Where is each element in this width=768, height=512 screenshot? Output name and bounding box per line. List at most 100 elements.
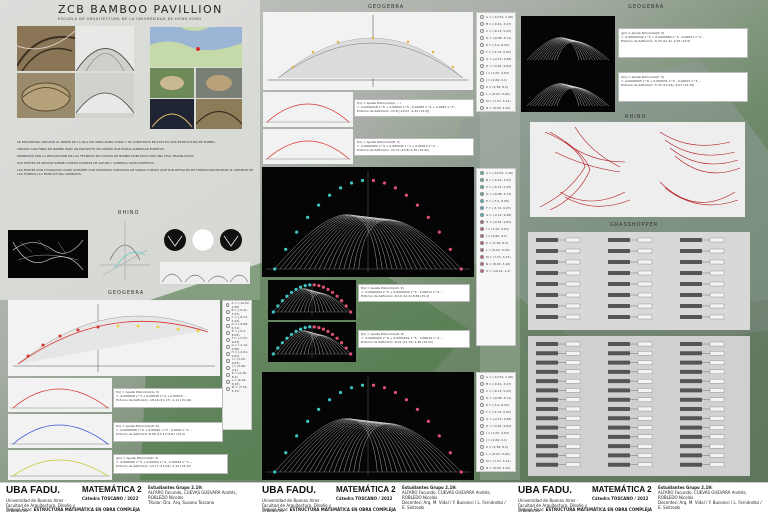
point-label: J = (2.66, 9.1) bbox=[486, 233, 508, 238]
list-item[interactable]: H = (-0.61, 9.81) bbox=[477, 218, 515, 225]
list-item[interactable]: J = (2.66, 9.1) bbox=[477, 232, 515, 239]
list-item[interactable]: I = (1.05, 9.63) bbox=[477, 225, 515, 232]
section-label-geogebra-right: GEOGEBRA bbox=[628, 4, 665, 10]
grasshopper-node bbox=[608, 369, 630, 374]
list-item[interactable]: E = (-5.2, 8.05) bbox=[477, 401, 515, 408]
grasshopper-node bbox=[680, 351, 702, 356]
grasshopper-node bbox=[680, 315, 702, 319]
aerial-photo-2 bbox=[196, 68, 242, 98]
grasshopper-node bbox=[637, 434, 653, 440]
lattice-curve bbox=[288, 290, 332, 313]
equation-box-left-2: f(x) = Ajuste Polinomio(H, 6) = -0.00000… bbox=[113, 422, 223, 442]
grasshopper-node bbox=[680, 388, 702, 393]
location-map-image bbox=[150, 27, 242, 67]
list-item[interactable]: B = (-9.41, 3.47) bbox=[477, 380, 515, 387]
grasshopper-node bbox=[709, 434, 725, 440]
list-item[interactable]: K = (4.38, 8.2) bbox=[477, 239, 515, 246]
rhino-black-render bbox=[8, 230, 88, 278]
footer-students: ALFARO Facundo, CUEVAS GUEVARA Andrés, R… bbox=[148, 490, 237, 500]
grasshopper-node bbox=[536, 342, 558, 346]
data-point bbox=[280, 341, 284, 345]
data-point bbox=[349, 386, 354, 390]
list-item[interactable]: L = (6.02, 6.93) bbox=[477, 246, 515, 253]
list-item[interactable]: M = (7.51, 5.31) bbox=[223, 385, 251, 393]
grasshopper-node bbox=[680, 260, 702, 264]
grasshopper-node bbox=[565, 406, 581, 412]
list-item[interactable]: D = (-6.88, 6.71) bbox=[477, 394, 515, 401]
list-item[interactable]: B = (-9.41, 3.47) bbox=[477, 20, 515, 27]
equation-domain: Entorno de definición -18.16 (11.17) -1.… bbox=[116, 398, 192, 402]
footer: UBA FADU. Universidad de Buenos Aires · … bbox=[0, 482, 768, 512]
grasshopper-node bbox=[608, 397, 630, 402]
list-item[interactable]: A = (-10.52, 1.26) bbox=[477, 13, 515, 20]
list-item[interactable]: E = (-5.2, 8.05) bbox=[477, 197, 515, 204]
list-item[interactable]: N = (8.93, 3.42) bbox=[477, 260, 515, 267]
equation-domain: Entorno de definición 8.06 (11.17) 8.81 … bbox=[116, 432, 186, 436]
data-point bbox=[393, 390, 398, 395]
grasshopper-node bbox=[536, 388, 558, 393]
equation-box-left-1: f(x) = Ajuste Polinomio(G, 3) = -0.00000… bbox=[113, 388, 223, 408]
list-item[interactable]: H = (-0.61, 9.81) bbox=[477, 62, 515, 69]
list-item[interactable]: A = (-10.52, 1.26) bbox=[477, 373, 515, 380]
list-item[interactable]: J = (2.66, 9.1) bbox=[477, 436, 515, 443]
footer-trabajo: Trabajo Final: ESTRUCTURA MATEMÁTICA EN … bbox=[262, 507, 412, 512]
grasshopper-node bbox=[565, 443, 581, 449]
list-item[interactable]: F = (-3.74, 9.03) bbox=[477, 204, 515, 211]
list-item[interactable]: A = (-10.52, 1.26) bbox=[477, 169, 515, 176]
list-item[interactable]: K = (4.38, 8.2) bbox=[477, 443, 515, 450]
data-point bbox=[338, 390, 343, 395]
list-item[interactable]: C = (-8.13, 5.22) bbox=[477, 183, 515, 190]
list-item[interactable]: M = (7.51, 5.31) bbox=[477, 97, 515, 104]
list-item[interactable]: F = (-3.74, 9.03) bbox=[477, 408, 515, 415]
photo-structure-3 bbox=[17, 73, 75, 118]
data-point bbox=[426, 419, 430, 424]
list-item[interactable]: F = (-3.74, 9.03) bbox=[477, 48, 515, 55]
data-point bbox=[330, 332, 335, 337]
list-item[interactable]: G = (-2.12, 9.58) bbox=[477, 55, 515, 62]
data-point bbox=[317, 203, 321, 207]
point-label: A = (-10.52, 1.26) bbox=[486, 374, 514, 379]
point-label: I = (1.05, 9.63) bbox=[486, 226, 509, 231]
lattice-curve bbox=[288, 332, 332, 355]
equation-box-top-1: f(x) = Ajuste Polinomio(A, ...) = -0.000… bbox=[354, 99, 474, 117]
point-label: A = (-10.52, 1.26) bbox=[486, 14, 514, 19]
list-item[interactable]: L = (6.02, 6.93) bbox=[477, 90, 515, 97]
list-item[interactable]: K = (4.38, 8.2) bbox=[477, 83, 515, 90]
equation-box-mid-1: f(x) = Ajuste Polinomio(C, 6) = -0.00000… bbox=[358, 284, 470, 302]
list-item[interactable]: N = (8.93, 3.42) bbox=[477, 104, 515, 111]
list-item[interactable]: B = (-9.41, 3.47) bbox=[477, 176, 515, 183]
list-item[interactable]: N = (8.93, 3.42) bbox=[477, 464, 515, 471]
footer-course: MATEMÁTICA 2 bbox=[336, 485, 396, 494]
grasshopper-node bbox=[608, 444, 630, 449]
list-item[interactable]: H = (-0.61, 9.81) bbox=[477, 422, 515, 429]
grasshopper-node bbox=[565, 341, 581, 347]
list-item[interactable]: D = (-6.88, 6.71) bbox=[477, 34, 515, 41]
list-item[interactable]: D = (-6.88, 6.71) bbox=[477, 190, 515, 197]
grasshopper-node bbox=[680, 453, 702, 458]
grasshopper-node bbox=[536, 369, 558, 374]
list-item[interactable]: M = (7.51, 5.31) bbox=[477, 253, 515, 260]
list-item[interactable]: C = (-8.13, 5.22) bbox=[477, 27, 515, 34]
point-label: E = (-5.2, 8.05) bbox=[486, 42, 510, 47]
list-item[interactable]: O = (10.21, 1.2) bbox=[477, 267, 515, 274]
list-item[interactable]: I = (1.05, 9.63) bbox=[477, 69, 515, 76]
grasshopper-node bbox=[565, 462, 581, 467]
list-item[interactable]: J = (2.66, 9.1) bbox=[477, 76, 515, 83]
grasshopper-node bbox=[608, 293, 630, 297]
grasshopper-node bbox=[536, 416, 558, 421]
list-item[interactable]: G = (-2.12, 9.58) bbox=[477, 415, 515, 422]
list-item[interactable]: E = (-5.2, 8.05) bbox=[477, 41, 515, 48]
equation-domain: Entorno de definición -13.8 [-10.47 -1.3… bbox=[357, 109, 430, 113]
list-item[interactable]: I = (1.05, 9.63) bbox=[477, 429, 515, 436]
list-item[interactable]: G = (-2.12, 9.58) bbox=[477, 211, 515, 218]
list-item[interactable]: L = (6.02, 6.93) bbox=[477, 450, 515, 457]
data-point bbox=[340, 341, 344, 345]
list-item[interactable]: C = (-8.13, 5.22) bbox=[477, 387, 515, 394]
photo-structure-4 bbox=[76, 73, 134, 118]
data-point bbox=[404, 193, 409, 197]
grasshopper-node bbox=[680, 444, 702, 449]
footer-trabajo-label: Trabajo Final: bbox=[518, 507, 545, 512]
grasshopper-node bbox=[536, 282, 558, 286]
geogebra-top-graph-3 bbox=[263, 129, 353, 164]
list-item[interactable]: M = (7.51, 5.31) bbox=[477, 457, 515, 464]
